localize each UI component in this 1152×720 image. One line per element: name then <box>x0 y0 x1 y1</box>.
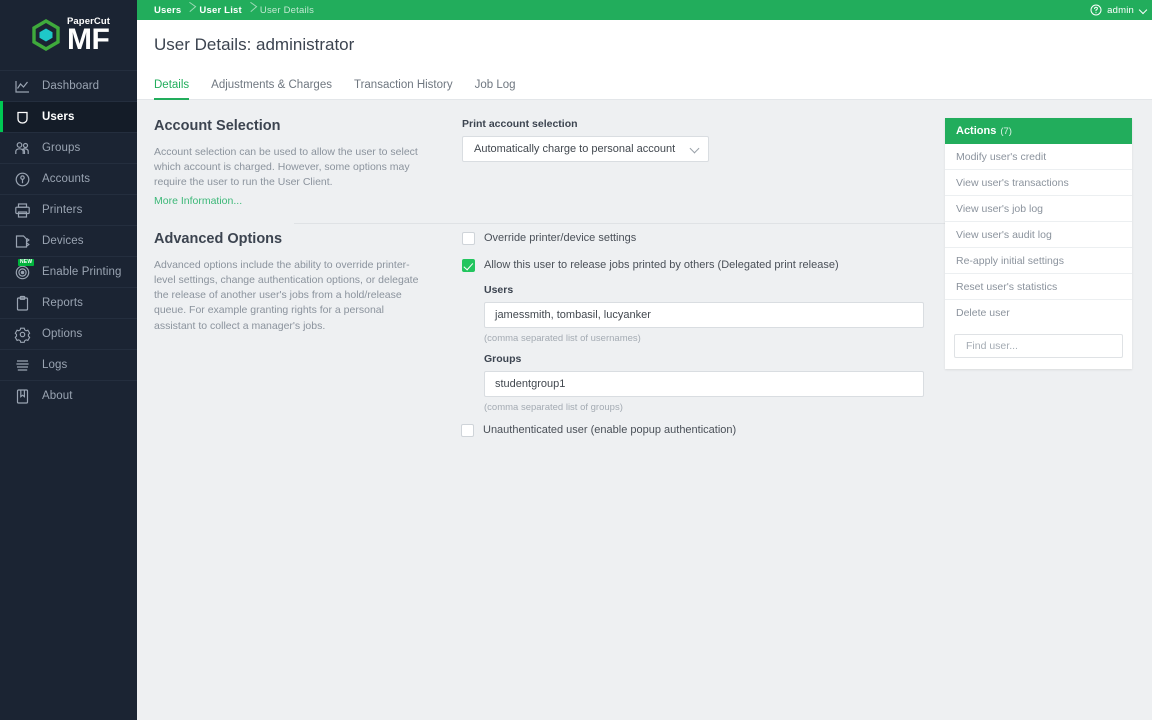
sidebar-item-devices[interactable]: Devices <box>0 225 137 256</box>
content-area: Account Selection Account selection can … <box>137 100 1152 720</box>
sidebar-nav: Dashboard Users Groups Accounts Printers… <box>0 70 137 411</box>
list-lines-icon <box>14 357 31 374</box>
target-radar-icon: NEW <box>14 258 35 281</box>
chevron-down-icon <box>691 145 700 154</box>
clipboard-icon <box>14 295 31 312</box>
account-selection-info: Account Selection Account selection can … <box>154 118 444 209</box>
sidebar-item-label: Devices <box>42 235 84 247</box>
unauthenticated-user-label: Unauthenticated user (enable popup authe… <box>483 423 737 436</box>
papercut-hexagon-logo-icon <box>31 19 61 51</box>
account-menu[interactable]: admin <box>1090 4 1140 16</box>
breadcrumb-item-user-list[interactable]: User List <box>199 5 241 16</box>
action-reapply-initial-settings[interactable]: Re-apply initial settings <box>945 248 1132 274</box>
delegated-print-release-checkbox[interactable] <box>462 258 475 272</box>
override-printer-settings-checkbox[interactable] <box>462 231 475 245</box>
breadcrumb-separator-icon <box>181 0 199 20</box>
page-title: User Details: administrator <box>154 34 355 54</box>
sidebar-item-reports[interactable]: Reports <box>0 287 137 318</box>
sidebar-item-label: About <box>42 390 73 402</box>
sidebar-item-users[interactable]: Users <box>0 101 137 132</box>
unauthenticated-user-checkbox[interactable] <box>461 423 474 437</box>
sidebar-item-label: Dashboard <box>42 80 100 92</box>
topbar: Users User List User Details admin <box>137 0 1152 20</box>
actions-count: (7) <box>1000 125 1012 137</box>
page-header: User Details: administrator <box>137 20 1152 69</box>
sidebar-item-label: Users <box>42 111 75 123</box>
new-badge: NEW <box>18 258 35 266</box>
sidebar-item-about[interactable]: About <box>0 380 137 411</box>
actions-panel-footer: Find user... <box>945 326 1132 369</box>
tab-job-log[interactable]: Job Log <box>475 79 516 99</box>
sidebar-item-label: Options <box>42 328 83 340</box>
breadcrumb-item-user-details: User Details <box>259 4 315 16</box>
question-circle-icon[interactable] <box>1090 4 1102 16</box>
groups-hint: (comma separated list of groups) <box>484 401 623 413</box>
admin-label[interactable]: admin <box>1107 5 1134 16</box>
sidebar-item-logs[interactable]: Logs <box>0 349 137 380</box>
brand-logo[interactable]: PaperCut MF <box>0 0 137 70</box>
sidebar-item-printers[interactable]: Printers <box>0 194 137 225</box>
printer-icon <box>14 202 31 219</box>
breadcrumb-item-users[interactable]: Users <box>154 5 181 16</box>
advanced-options-description: Advanced options include the ability to … <box>154 258 419 332</box>
tab-details[interactable]: Details <box>154 79 190 100</box>
group-people-icon <box>14 140 31 157</box>
breadcrumb-separator-icon <box>242 0 260 20</box>
sidebar-item-options[interactable]: Options <box>0 318 137 349</box>
actions-panel: Actions (7) Modify user's credit View us… <box>945 118 1132 369</box>
actions-panel-header: Actions (7) <box>945 118 1132 144</box>
sidebar: PaperCut MF Dashboard Users Groups Accou… <box>0 0 137 720</box>
users-input[interactable]: jamessmith, tombasil, lucyanker <box>484 301 924 328</box>
book-bookmark-icon <box>14 388 31 405</box>
print-account-selection-value: Automatically charge to personal account <box>474 143 676 155</box>
sidebar-item-dashboard[interactable]: Dashboard <box>0 70 137 101</box>
brand-name-main: MF <box>66 23 110 57</box>
sidebar-item-label: Reports <box>42 297 83 309</box>
groups-input-value: studentgroup1 <box>495 377 566 390</box>
find-user-input[interactable]: Find user... <box>954 334 1123 358</box>
unauthenticated-user-row: Unauthenticated user (enable popup authe… <box>461 423 1152 437</box>
groups-input[interactable]: studentgroup1 <box>484 370 924 397</box>
shield-user-icon <box>14 109 31 126</box>
coin-account-icon <box>14 171 31 188</box>
sidebar-item-label: Groups <box>42 142 81 154</box>
users-input-value: jamessmith, tombasil, lucyanker <box>495 308 651 321</box>
account-selection-title: Account Selection <box>154 118 281 134</box>
gear-icon <box>14 326 31 343</box>
actions-title: Actions <box>956 125 997 137</box>
sidebar-item-groups[interactable]: Groups <box>0 132 137 163</box>
app-root: PaperCut MF Dashboard Users Groups Accou… <box>0 0 1152 720</box>
main-area: Users User List User Details admin User … <box>137 0 1152 720</box>
tab-adjustments-charges[interactable]: Adjustments & Charges <box>211 79 332 99</box>
delegated-print-release-label: Allow this user to release jobs printed … <box>484 258 839 271</box>
advanced-options-title: Advanced Options <box>154 230 283 247</box>
action-view-job-log[interactable]: View user's job log <box>945 196 1132 222</box>
advanced-options-info: Advanced Options Advanced options includ… <box>154 231 444 437</box>
breadcrumb: Users User List User Details <box>154 0 314 20</box>
sidebar-item-enable-printing[interactable]: NEW Enable Printing <box>0 256 137 287</box>
sidebar-item-label: Accounts <box>42 173 91 185</box>
action-view-transactions[interactable]: View user's transactions <box>945 170 1132 196</box>
print-account-selection-dropdown[interactable]: Automatically charge to personal account <box>462 136 709 162</box>
sidebar-item-label: Enable Printing <box>42 266 122 278</box>
sidebar-item-label: Logs <box>42 359 68 371</box>
action-delete-user[interactable]: Delete user <box>945 300 1132 326</box>
tab-transaction-history[interactable]: Transaction History <box>354 79 453 99</box>
sidebar-item-accounts[interactable]: Accounts <box>0 163 137 194</box>
device-icon <box>14 233 31 250</box>
action-modify-credit[interactable]: Modify user's credit <box>945 144 1132 170</box>
action-reset-statistics[interactable]: Reset user's statistics <box>945 274 1132 300</box>
sidebar-item-label: Printers <box>42 204 83 216</box>
override-printer-settings-label: Override printer/device settings <box>484 231 637 244</box>
more-information-link[interactable]: More Information... <box>154 195 242 207</box>
tabbar: Details Adjustments & Charges Transactio… <box>137 69 1152 100</box>
account-selection-description: Account selection can be used to allow t… <box>154 146 418 189</box>
action-view-audit-log[interactable]: View user's audit log <box>945 222 1132 248</box>
chart-line-icon <box>14 78 31 95</box>
